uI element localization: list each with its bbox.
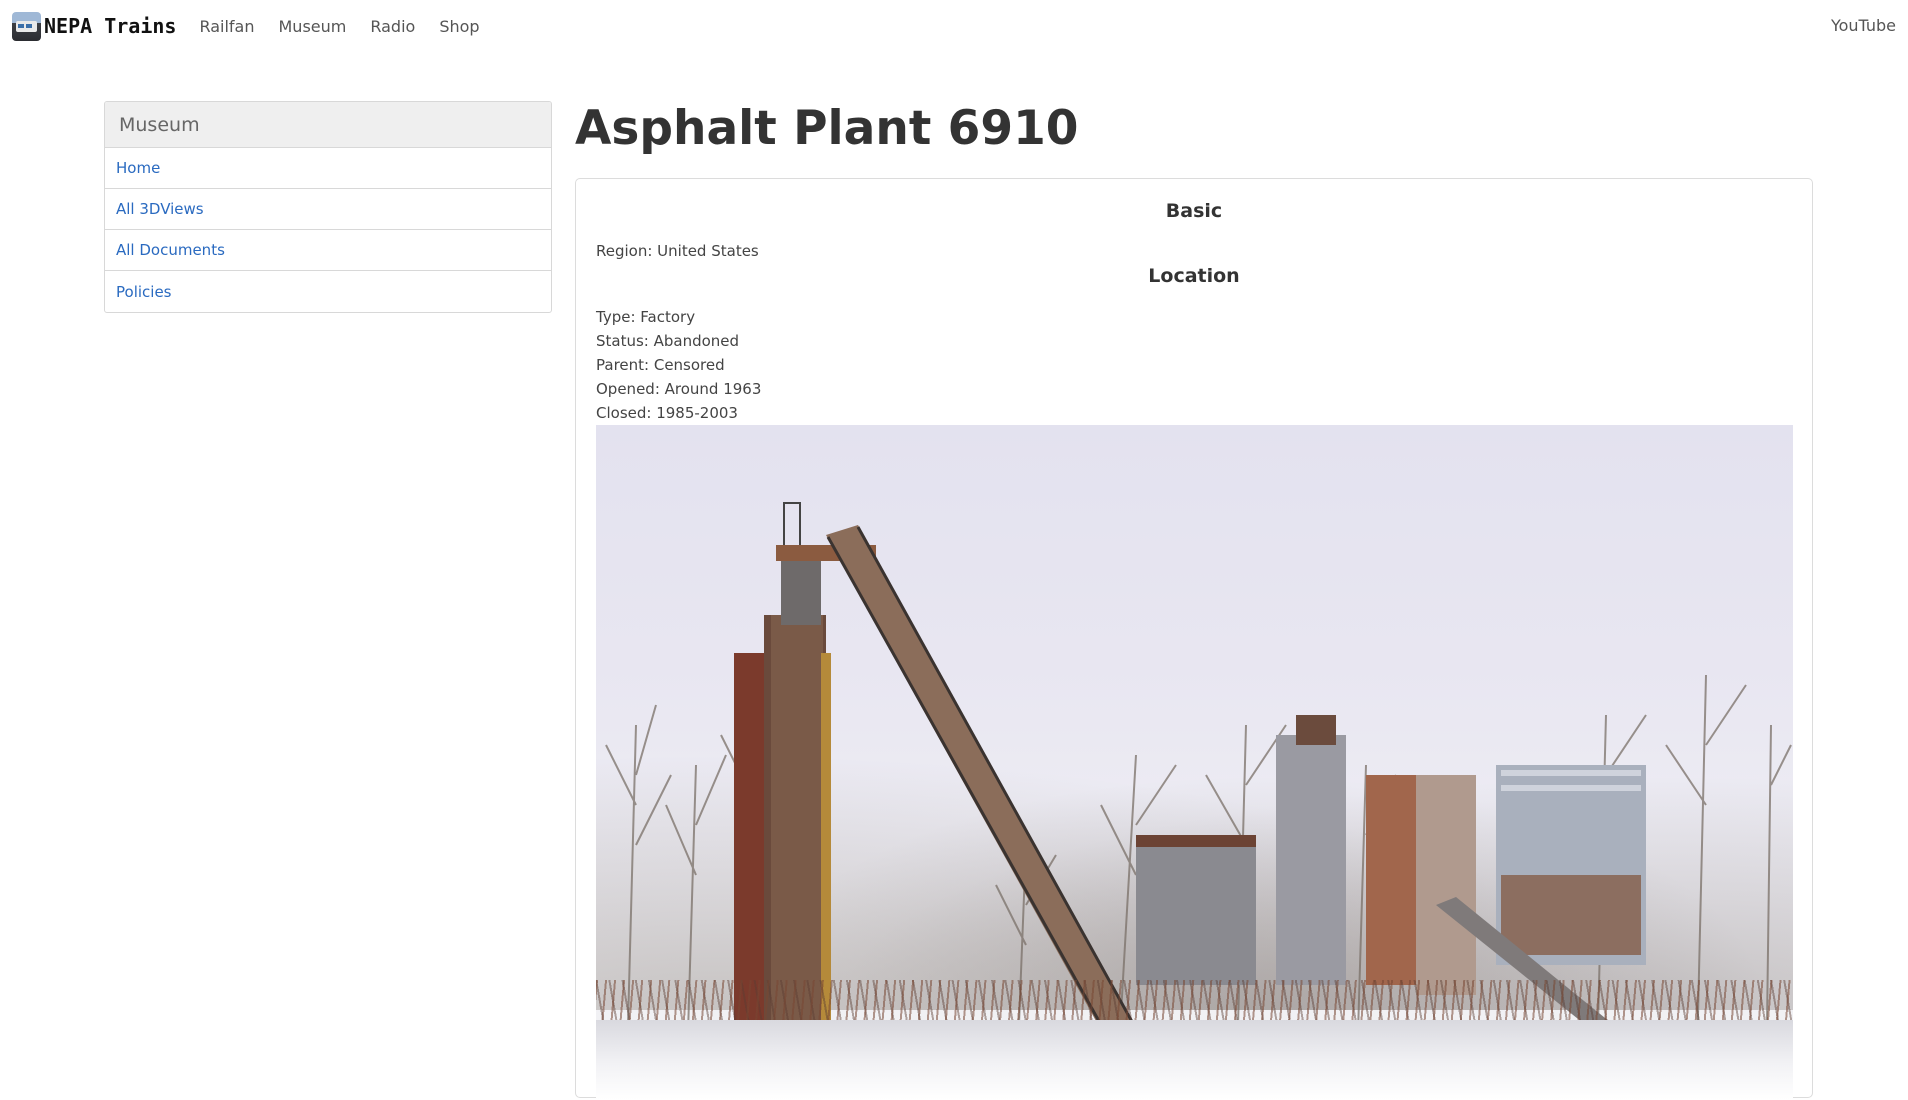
basic-section-title: Basic xyxy=(1165,200,1223,222)
plant-photo xyxy=(596,425,1793,1100)
sidebar-item-all-3dviews[interactable]: All 3DViews xyxy=(105,189,551,230)
sidebar-item-policies[interactable]: Policies xyxy=(105,271,551,312)
region-text: Region: United States xyxy=(596,242,759,260)
nav-link-youtube[interactable]: YouTube xyxy=(1831,16,1896,35)
type-text: Type: Factory xyxy=(596,308,696,326)
sidebar-item-home[interactable]: Home xyxy=(105,148,551,189)
nav-link-museum[interactable]: Museum xyxy=(279,17,347,36)
location-section-title: Location xyxy=(1148,265,1240,287)
train-logo-icon xyxy=(12,11,41,41)
nav-link-railfan[interactable]: Railfan xyxy=(199,17,254,36)
sidebar-heading: Museum xyxy=(105,102,551,148)
sidebar-item-all-documents[interactable]: All Documents xyxy=(105,230,551,271)
closed-text: Closed: 1985-2003 xyxy=(596,404,738,422)
opened-text: Opened: Around 1963 xyxy=(596,380,762,398)
top-navbar: NEPA Trains Railfan Museum Radio Shop Yo… xyxy=(0,0,1908,52)
info-card: Basic Region: United States Location Typ… xyxy=(575,178,1813,1100)
status-text: Status: Abandoned xyxy=(596,332,740,350)
nav-link-shop[interactable]: Shop xyxy=(439,17,479,36)
nav-links: Railfan Museum Radio Shop xyxy=(187,17,491,36)
page-title: Asphalt Plant 6910 xyxy=(575,101,1079,156)
snow-ground xyxy=(596,1020,1793,1100)
nav-link-radio[interactable]: Radio xyxy=(370,17,415,36)
sidebar-menu: Museum Home All 3DViews All Documents Po… xyxy=(104,101,552,313)
parent-text: Parent: Censored xyxy=(596,356,725,374)
brand-name: NEPA Trains xyxy=(44,14,177,38)
brand-link[interactable]: NEPA Trains xyxy=(12,11,177,41)
